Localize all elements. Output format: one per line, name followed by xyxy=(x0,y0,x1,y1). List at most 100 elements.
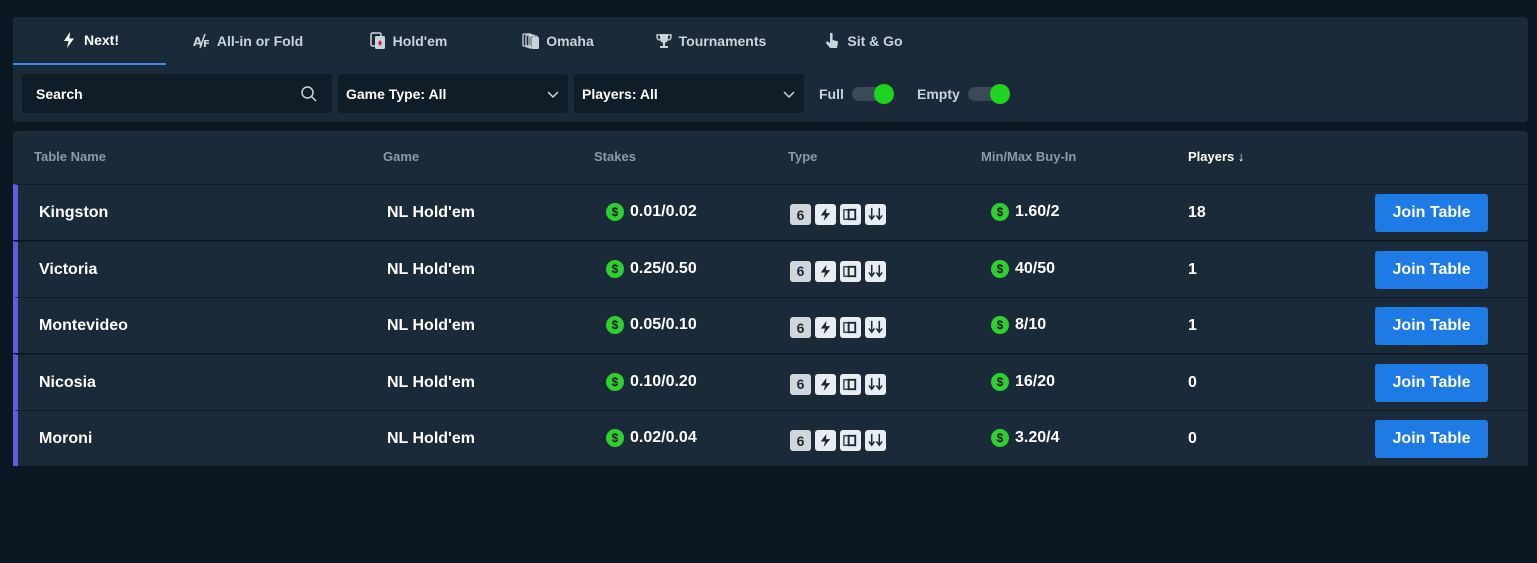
table-name: Kingston xyxy=(39,204,109,221)
header-players[interactable]: Players ↓ xyxy=(1188,149,1244,164)
join-table-button[interactable]: Join Table xyxy=(1375,363,1488,402)
six-max-badge: 6 xyxy=(790,373,811,395)
game-name: NL Hold'em xyxy=(387,430,475,447)
seat-arrows-icon xyxy=(865,260,886,282)
game-name: NL Hold'em xyxy=(387,317,475,334)
seat-arrows-icon xyxy=(865,373,886,395)
tab-label: Next! xyxy=(83,32,119,48)
stakes: $ 0.02/0.04 xyxy=(606,429,697,447)
tables-list: Table Name Game Stakes Type Min/Max Buy-… xyxy=(13,131,1528,466)
tab-next[interactable]: Next! xyxy=(13,17,166,65)
tab-sit-and-go[interactable]: Sit & Go xyxy=(813,17,913,65)
buyin-value: 8/10 xyxy=(1015,316,1047,333)
dollar-coin-icon: $ xyxy=(991,203,1009,221)
tab-label: Hold'em xyxy=(392,33,448,49)
empty-label: Empty xyxy=(917,86,960,102)
join-table-button[interactable]: Join Table xyxy=(1375,250,1488,289)
fast-fold-icon xyxy=(815,430,836,451)
header-stakes[interactable]: Stakes xyxy=(594,149,636,164)
seat-arrows-icon xyxy=(865,430,886,451)
game-tabs: Next! AF All-in or Fold Hold'em Omaha To… xyxy=(13,17,1528,65)
players-count: 0 xyxy=(1188,373,1197,391)
six-max-badge: 6 xyxy=(790,430,811,451)
tab-label: All-in or Fold xyxy=(216,33,304,49)
stakes: $ 0.10/0.20 xyxy=(606,372,697,391)
buyin: $ 16/20 xyxy=(991,372,1056,391)
six-max-badge: 6 xyxy=(790,204,811,225)
dollar-coin-icon: $ xyxy=(606,203,624,221)
lobby-top-bar: Next! AF All-in or Fold Hold'em Omaha To… xyxy=(13,17,1528,122)
players-select[interactable]: Players: All xyxy=(574,74,804,113)
fast-fold-icon xyxy=(815,317,836,338)
game-type-select[interactable]: Game Type: All xyxy=(338,74,568,113)
table-type-icons: 6 xyxy=(790,260,886,282)
omaha-cards-icon xyxy=(522,32,540,50)
full-label: Full xyxy=(819,86,844,102)
header-buyin[interactable]: Min/Max Buy-In xyxy=(981,149,1076,164)
search-icon[interactable] xyxy=(300,85,318,103)
empty-toggle[interactable] xyxy=(967,84,1010,104)
deck-icon xyxy=(840,430,861,451)
buyin-value: 16/20 xyxy=(1015,372,1056,390)
stakes-value: 0.01/0.02 xyxy=(630,203,697,220)
table-type-icons: 6 xyxy=(790,317,886,338)
table-type-icons: 6 xyxy=(790,430,886,451)
stakes: $ 0.25/0.50 xyxy=(606,259,697,278)
tab-label: Omaha xyxy=(546,33,594,49)
table-name: Victoria xyxy=(39,260,98,278)
buyin: $ 3.20/4 xyxy=(991,429,1059,447)
dollar-coin-icon: $ xyxy=(991,429,1009,447)
search-box xyxy=(22,74,332,113)
tab-label: Sit & Go xyxy=(847,33,903,49)
buyin: $ 1.60/2 xyxy=(991,203,1059,221)
table-row[interactable]: Nicosia NL Hold'em $ 0.10/0.20 6 $ 16/20… xyxy=(13,353,1528,410)
full-toggle[interactable] xyxy=(851,84,894,104)
table-row[interactable]: Montevideo NL Hold'em $ 0.05/0.10 6 $ 8/… xyxy=(13,297,1528,353)
join-table-button[interactable]: Join Table xyxy=(1375,194,1488,232)
players-count: 1 xyxy=(1188,260,1197,278)
join-table-button[interactable]: Join Table xyxy=(1375,307,1488,345)
game-type-value: Game Type: All xyxy=(346,85,447,102)
tab-label: Tournaments xyxy=(678,33,767,49)
deck-icon xyxy=(840,204,861,225)
players-count: 1 xyxy=(1188,317,1197,334)
table-name: Montevideo xyxy=(39,317,128,334)
header-table-name[interactable]: Table Name xyxy=(34,149,106,164)
header-type[interactable]: Type xyxy=(788,149,817,164)
buyin-value: 40/50 xyxy=(1015,259,1056,277)
toggle-knob xyxy=(873,84,894,104)
buyin: $ 40/50 xyxy=(991,259,1056,278)
chevron-down-icon xyxy=(546,87,560,101)
empty-filter: Empty xyxy=(917,81,1010,107)
buyin: $ 8/10 xyxy=(991,316,1046,334)
table-row[interactable]: Victoria NL Hold'em $ 0.25/0.50 6 $ 40/5… xyxy=(13,240,1528,297)
table-row[interactable]: Moroni NL Hold'em $ 0.02/0.04 6 $ 3.20/4… xyxy=(13,410,1528,466)
table-type-icons: 6 xyxy=(790,204,886,225)
dollar-coin-icon: $ xyxy=(606,372,624,391)
six-max-badge: 6 xyxy=(790,317,811,338)
holdem-cards-icon xyxy=(369,32,387,50)
table-row[interactable]: Kingston NL Hold'em $ 0.01/0.02 6 $ 1.60… xyxy=(13,184,1528,240)
table-header: Table Name Game Stakes Type Min/Max Buy-… xyxy=(13,131,1528,184)
tab-all-in-or-fold[interactable]: AF All-in or Fold xyxy=(183,17,313,65)
dollar-coin-icon: $ xyxy=(991,259,1009,278)
toggle-knob xyxy=(989,84,1010,104)
tab-tournaments[interactable]: Tournaments xyxy=(643,17,778,65)
players-count: 18 xyxy=(1188,204,1206,221)
tab-holdem[interactable]: Hold'em xyxy=(353,17,463,65)
chevron-down-icon xyxy=(782,87,796,101)
stakes-value: 0.25/0.50 xyxy=(630,259,697,277)
allin-fold-icon: AF xyxy=(193,32,211,50)
dollar-coin-icon: $ xyxy=(606,316,624,334)
buyin-value: 3.20/4 xyxy=(1015,429,1060,446)
dollar-coin-icon: $ xyxy=(606,259,624,278)
join-table-button[interactable]: Join Table xyxy=(1375,420,1488,458)
header-game[interactable]: Game xyxy=(383,149,419,164)
game-name: NL Hold'em xyxy=(387,373,475,391)
stakes: $ 0.05/0.10 xyxy=(606,316,697,334)
search-input[interactable] xyxy=(36,85,300,102)
dollar-coin-icon: $ xyxy=(991,372,1009,391)
players-count: 0 xyxy=(1188,430,1197,447)
dollar-coin-icon: $ xyxy=(991,316,1009,334)
tab-omaha[interactable]: Omaha xyxy=(508,17,608,65)
